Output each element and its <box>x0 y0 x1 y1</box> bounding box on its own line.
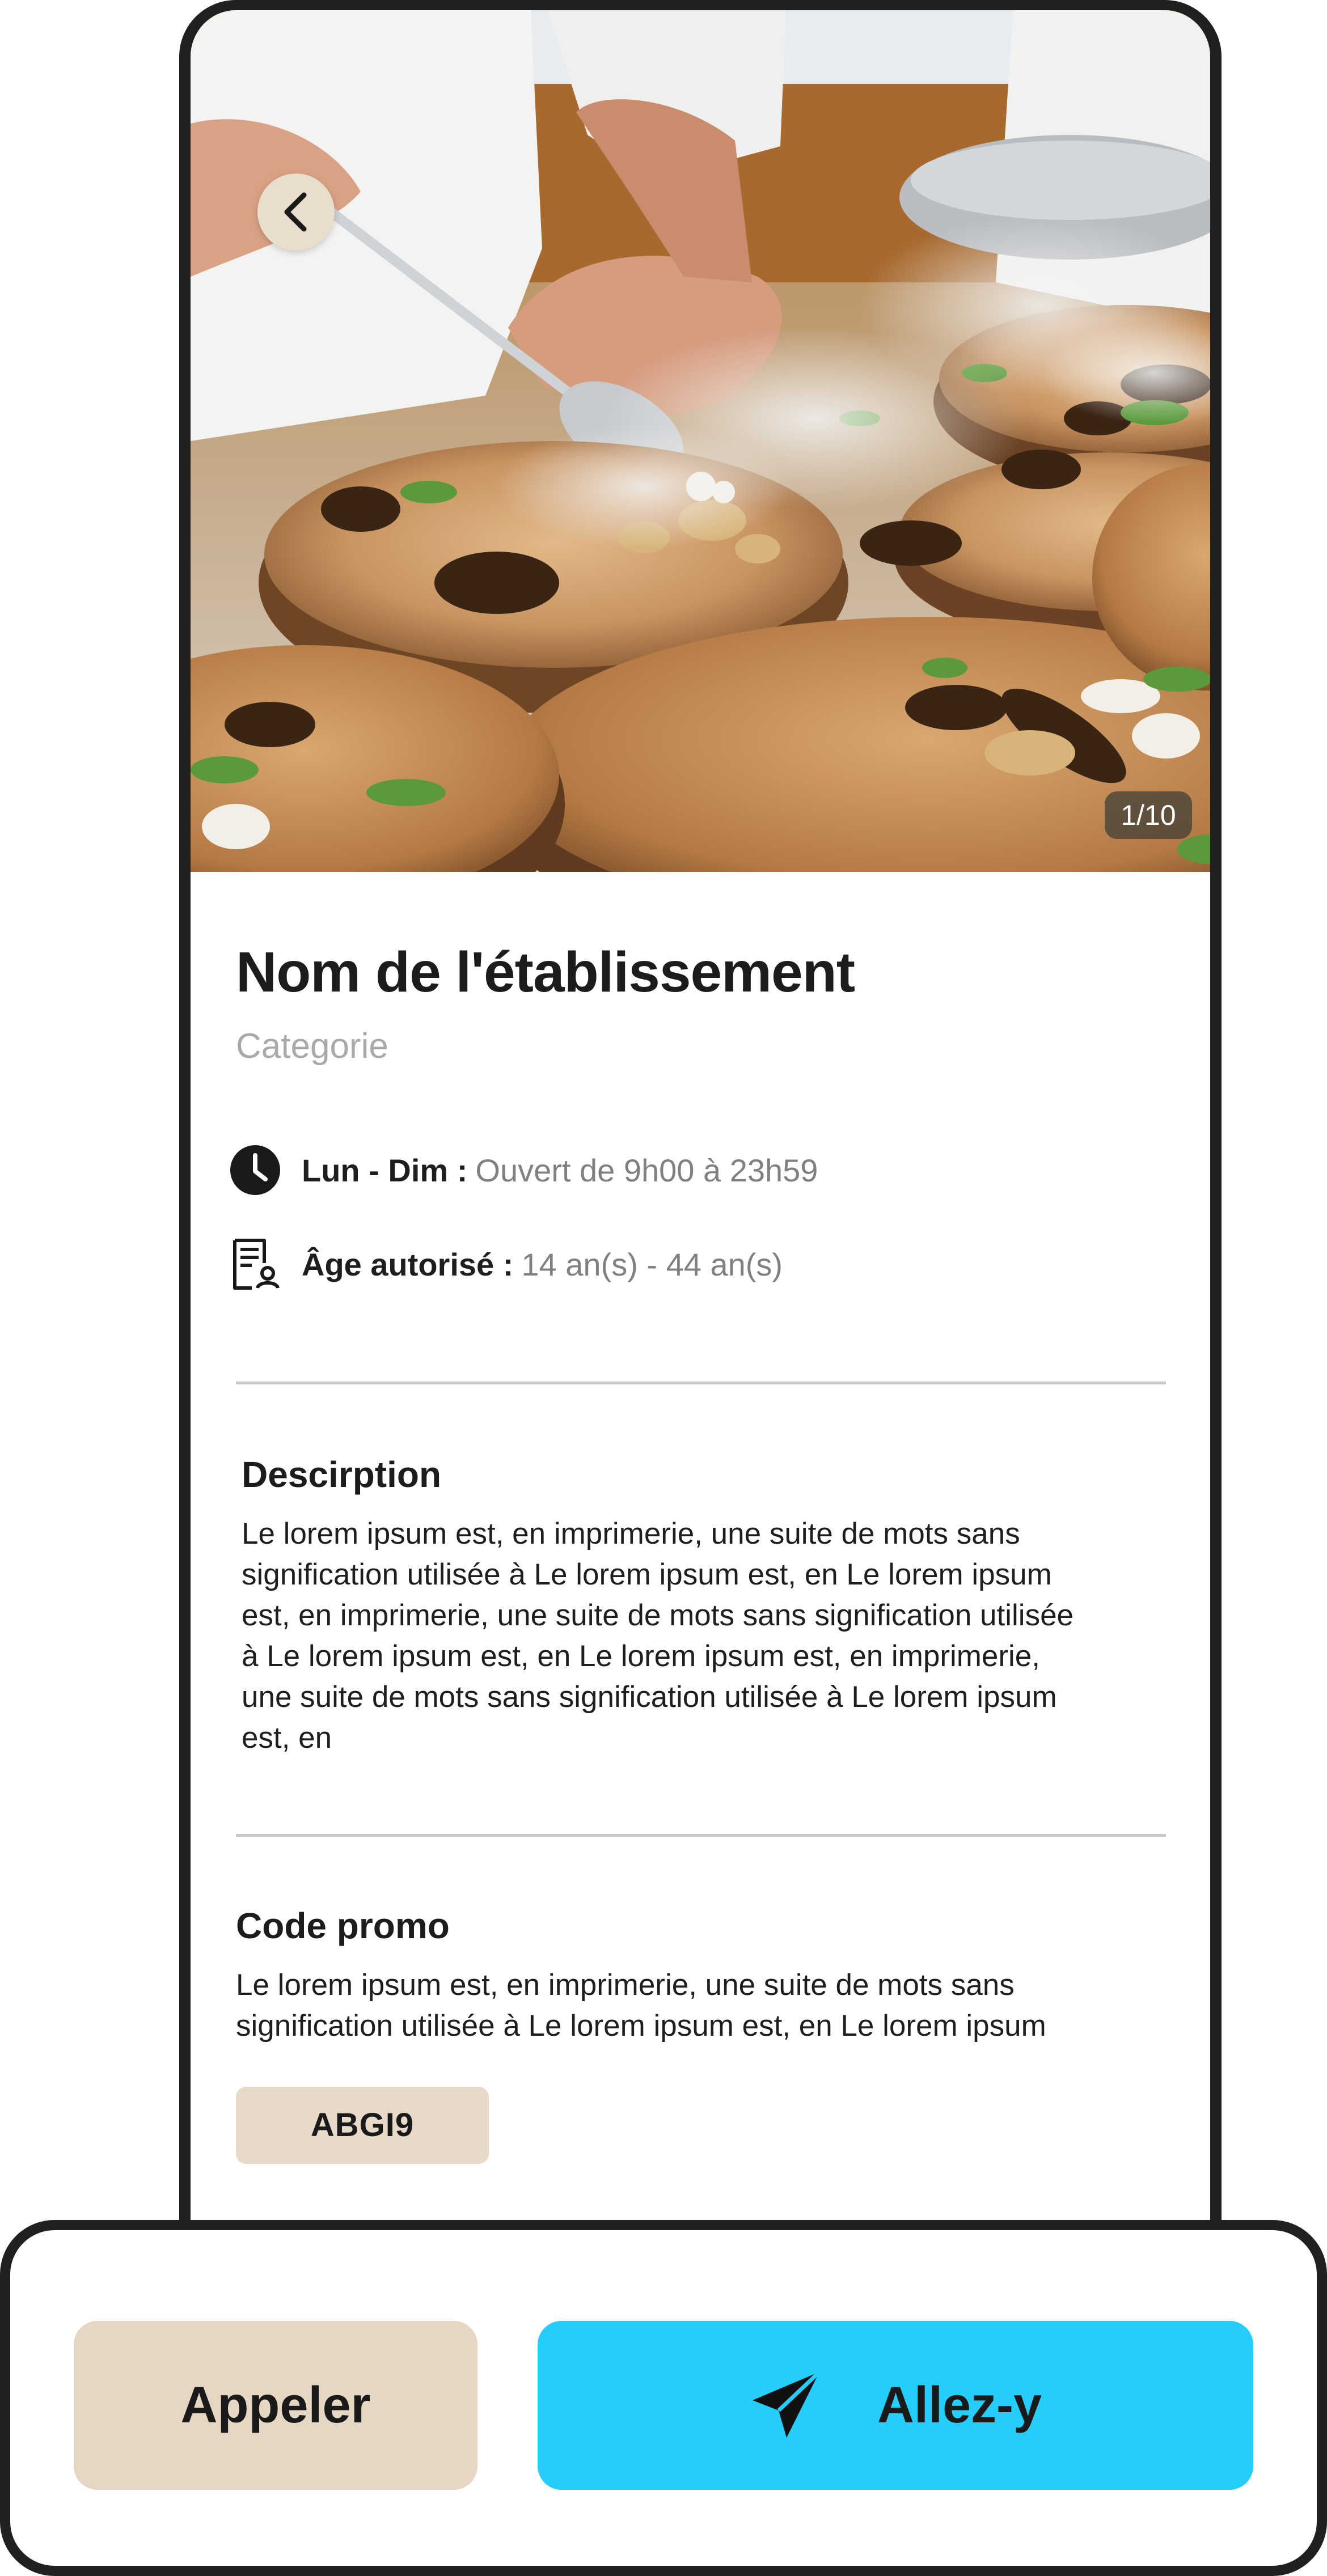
place-category: Categorie <box>236 1027 388 1066</box>
promo-title: Code promo <box>236 1905 450 1946</box>
allowed-age-value: 14 an(s) - 44 an(s) <box>521 1246 783 1282</box>
description-line: une suite de mots sans signification uti… <box>242 1680 1057 1714</box>
promo-text: Le lorem ipsum est, en imprimerie, une s… <box>236 1965 1046 2047</box>
promo-line: signification utilisée à Le lorem ipsum … <box>236 2009 1046 2043</box>
clock-icon <box>229 1144 281 1196</box>
promo-code-chip[interactable]: ABGI9 <box>236 2087 489 2164</box>
hero-image-carousel[interactable]: 1/10 <box>191 10 1210 872</box>
description-text: Le lorem ipsum est, en imprimerie, une s… <box>242 1514 1074 1759</box>
back-button[interactable] <box>257 173 335 251</box>
allowed-age-row: Âge autorisé : 14 an(s) - 44 an(s) <box>229 1238 783 1290</box>
id-document-icon <box>229 1238 281 1290</box>
bottom-action-bar: Appeler Allez-y <box>0 2220 1327 2576</box>
go-button[interactable]: Allez-y <box>538 2321 1253 2490</box>
description-line: est, en <box>242 1721 332 1755</box>
call-button[interactable]: Appeler <box>74 2321 477 2490</box>
description-line: est, en imprimerie, une suite de mots sa… <box>242 1599 1074 1632</box>
chevron-left-icon <box>284 192 307 232</box>
phone-frame: 1/10 Nom de l'établissement Categorie Lu… <box>179 0 1222 2336</box>
opening-hours-value: Ouvert de 9h00 à 23h59 <box>475 1152 818 1188</box>
allowed-age-label: Âge autorisé : <box>302 1246 514 1282</box>
call-button-label: Appeler <box>180 2376 371 2434</box>
promo-line: Le lorem ipsum est, en imprimerie, une s… <box>236 1968 1015 2002</box>
opening-hours-label: Lun - Dim : <box>302 1152 468 1188</box>
paper-plane-icon <box>752 2370 821 2438</box>
section-divider <box>236 1834 1166 1837</box>
opening-hours-row: Lun - Dim : Ouvert de 9h00 à 23h59 <box>229 1144 818 1196</box>
image-counter-badge: 1/10 <box>1105 791 1192 839</box>
description-line: à Le lorem ipsum est, en Le lorem ipsum … <box>242 1639 1040 1673</box>
section-divider <box>236 1382 1166 1384</box>
restaurant-photo <box>191 10 1210 872</box>
description-line: signification utilisée à Le lorem ipsum … <box>242 1558 1052 1591</box>
details-content[interactable]: Nom de l'établissement Categorie Lun - D… <box>191 872 1210 2324</box>
description-line: Le lorem ipsum est, en imprimerie, une s… <box>242 1517 1020 1550</box>
go-button-label: Allez-y <box>877 2376 1042 2434</box>
description-title: Descirption <box>242 1454 442 1495</box>
place-name: Nom de l'établissement <box>236 940 855 1004</box>
